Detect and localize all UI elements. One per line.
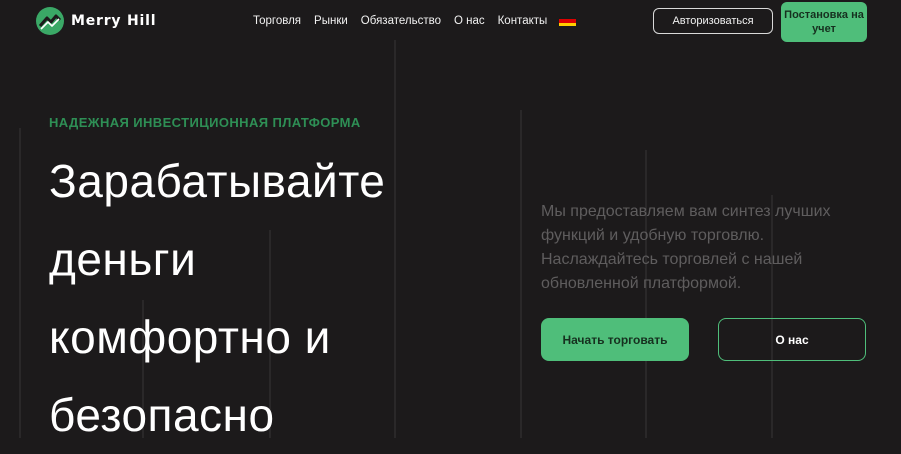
hero-title: Зарабатывайте деньги комфортно и безопас… <box>49 142 479 454</box>
hero-description: Мы предоставляем вам синтез лучших функц… <box>541 203 831 292</box>
nav-item-commitment[interactable]: Обязательство <box>361 15 441 27</box>
about-button[interactable]: О нас <box>718 318 866 361</box>
decorative-line <box>19 128 21 438</box>
signup-button[interactable]: Постановка на учет <box>781 2 867 42</box>
logo-mark-icon <box>36 7 64 35</box>
brand-name: Merry Hill <box>71 13 157 29</box>
hero-title-line: безопасно <box>49 389 275 441</box>
logo[interactable]: Merry Hill <box>35 6 156 36</box>
german-flag-icon[interactable] <box>559 16 577 26</box>
nav-item-contacts[interactable]: Контакты <box>498 15 548 27</box>
login-button[interactable]: Авторизоваться <box>653 8 773 34</box>
hero-tagline: НАДЕЖНАЯ ИНВЕСТИЦИОННАЯ ПЛАТФОРМА <box>49 115 361 130</box>
hero-title-line: Зарабатывайте <box>49 155 386 207</box>
start-trading-button[interactable]: Начать торговать <box>541 318 689 361</box>
main-nav: Торговля Рынки Обязательство О нас Конта… <box>253 15 577 27</box>
nav-item-markets[interactable]: Рынки <box>314 15 348 27</box>
hero-title-line: деньги <box>49 233 197 285</box>
site-header: Merry Hill Торговля Рынки Обязательство … <box>0 0 901 46</box>
nav-item-about[interactable]: О нас <box>454 15 485 27</box>
nav-item-trading[interactable]: Торговля <box>253 15 301 27</box>
decorative-line <box>520 110 522 438</box>
hero-title-line: комфортно и <box>49 311 331 363</box>
